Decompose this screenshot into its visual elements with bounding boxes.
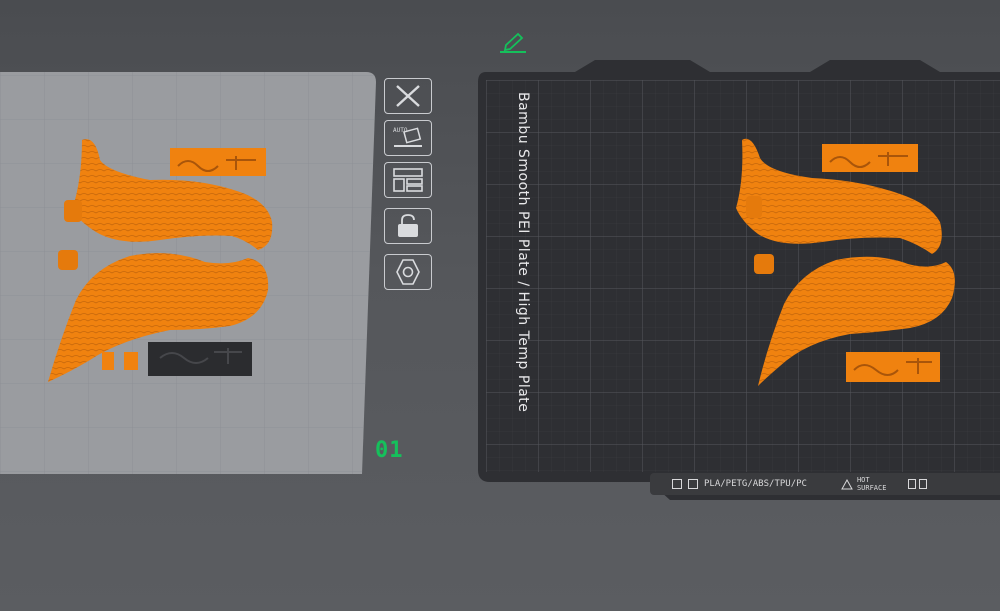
- calligraphy-tile-left-bottom: [148, 342, 252, 376]
- plate-material-strip: PLA/PETG/ABS/TPU/PC HOT SURFACE: [650, 473, 1000, 495]
- materials-text: PLA/PETG/ABS/TPU/PC: [704, 479, 807, 489]
- auto-orient-button[interactable]: AUTO: [384, 120, 432, 156]
- plate-type-label: Bambu Smooth PEI Plate / High Temp Plate: [515, 92, 531, 413]
- calligraphy-tile-left-top: [170, 148, 266, 176]
- svg-text:AUTO: AUTO: [393, 127, 408, 134]
- calligraphy-tile-right-bottom: [846, 352, 940, 382]
- hot-surface-warning: HOT SURFACE: [841, 476, 887, 492]
- plate-index-label: 01: [375, 438, 404, 463]
- square-icon: [688, 479, 698, 489]
- lock-plate-button[interactable]: [384, 208, 432, 244]
- close-icon: [396, 85, 420, 107]
- grid-icon: [672, 479, 682, 489]
- auto-orient-icon: AUTO: [393, 127, 422, 147]
- settings-icon: [396, 259, 420, 285]
- arrange-icon: [393, 168, 423, 192]
- calligraphy-tile-right-top: [822, 144, 918, 172]
- edit-icon: [500, 32, 526, 53]
- material-compat: PLA/PETG/ABS/TPU/PC: [672, 479, 807, 489]
- rename-plate-button[interactable]: [498, 30, 528, 54]
- lock-icon: [398, 214, 418, 237]
- marker-icon: [919, 479, 928, 489]
- marker-icon: [908, 479, 917, 489]
- plate-settings-button[interactable]: [384, 254, 432, 290]
- warning-triangle-icon: [841, 478, 853, 489]
- remove-plate-button[interactable]: [384, 78, 432, 114]
- surface-text: SURFACE: [856, 484, 887, 492]
- arrange-plate-button[interactable]: [384, 162, 432, 198]
- viewport-3d[interactable]: [0, 0, 1000, 611]
- hot-text: HOT: [856, 476, 870, 484]
- strip-end-icons: [908, 479, 928, 489]
